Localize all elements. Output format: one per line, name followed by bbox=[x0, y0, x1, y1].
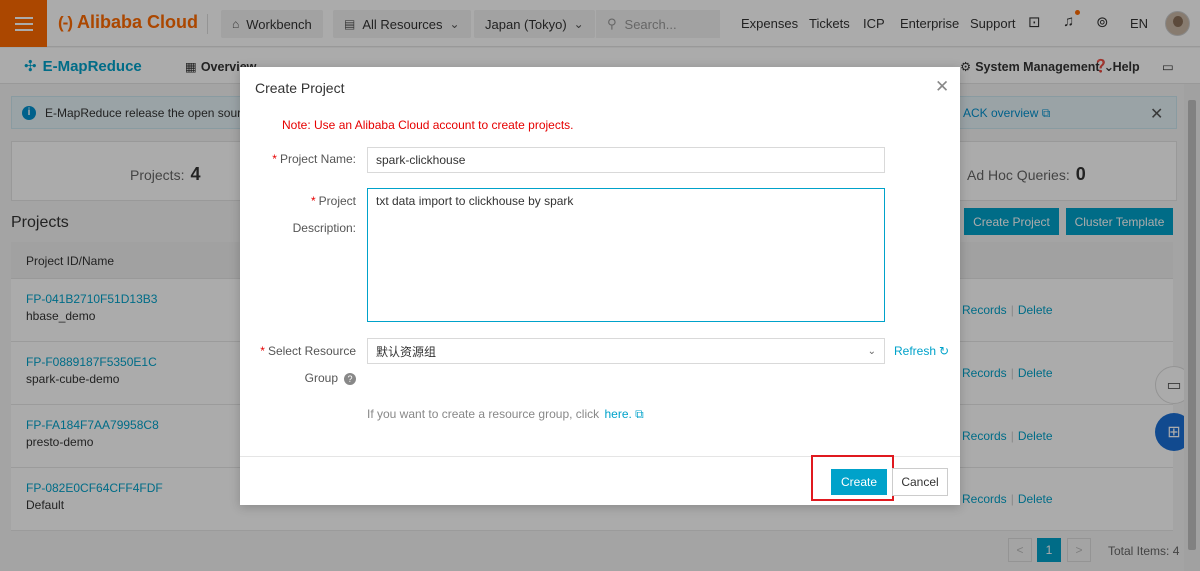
required-mark: * bbox=[260, 344, 265, 358]
resource-group-label: * Select Resource bbox=[240, 338, 356, 364]
resource-group-label-line1: Select Resource bbox=[267, 344, 356, 358]
project-description-label: * Project bbox=[240, 188, 356, 214]
resource-group-value: 默认资源组 bbox=[376, 344, 437, 359]
help-icon[interactable]: ? bbox=[344, 372, 356, 385]
create-project-dialog: Create Project ✕ Note: Use an Alibaba Cl… bbox=[240, 67, 960, 505]
project-description-textarea[interactable]: txt data import to clickhouse by spark bbox=[367, 188, 885, 322]
hint-text: If you want to create a resource group, … bbox=[367, 407, 600, 421]
project-name-input[interactable]: spark-clickhouse bbox=[367, 147, 885, 173]
resource-group-select[interactable]: 默认资源组 ⌄ bbox=[367, 338, 885, 364]
account-note: Note: Use an Alibaba Cloud account to cr… bbox=[282, 118, 574, 132]
required-mark: * bbox=[310, 194, 316, 208]
hint-link-label: here. bbox=[604, 407, 632, 421]
external-link-icon: ⧉ bbox=[635, 407, 644, 421]
chevron-down-icon: ⌄ bbox=[867, 345, 876, 357]
refresh-icon: ↻ bbox=[939, 344, 950, 358]
dialog-title: Create Project bbox=[255, 80, 345, 96]
project-name-label: * Project Name: bbox=[240, 146, 356, 172]
refresh-label: Refresh bbox=[894, 344, 937, 358]
create-resource-group-link[interactable]: here. ⧉ bbox=[604, 407, 643, 421]
resource-group-hint: If you want to create a resource group, … bbox=[367, 407, 644, 422]
required-mark: * bbox=[272, 152, 277, 166]
resource-group-label-2: Group? bbox=[240, 365, 356, 391]
cancel-button[interactable]: Cancel bbox=[892, 468, 948, 496]
project-description-label-2: Description: bbox=[292, 221, 356, 235]
refresh-button[interactable]: Refresh ↻ bbox=[894, 344, 949, 358]
resource-group-label-line2: Group bbox=[304, 371, 338, 385]
close-icon[interactable]: ✕ bbox=[935, 77, 949, 97]
create-button[interactable]: Create bbox=[831, 469, 887, 495]
project-name-label-text: Project Name: bbox=[279, 152, 356, 166]
description-label-line1: Project bbox=[318, 194, 356, 208]
